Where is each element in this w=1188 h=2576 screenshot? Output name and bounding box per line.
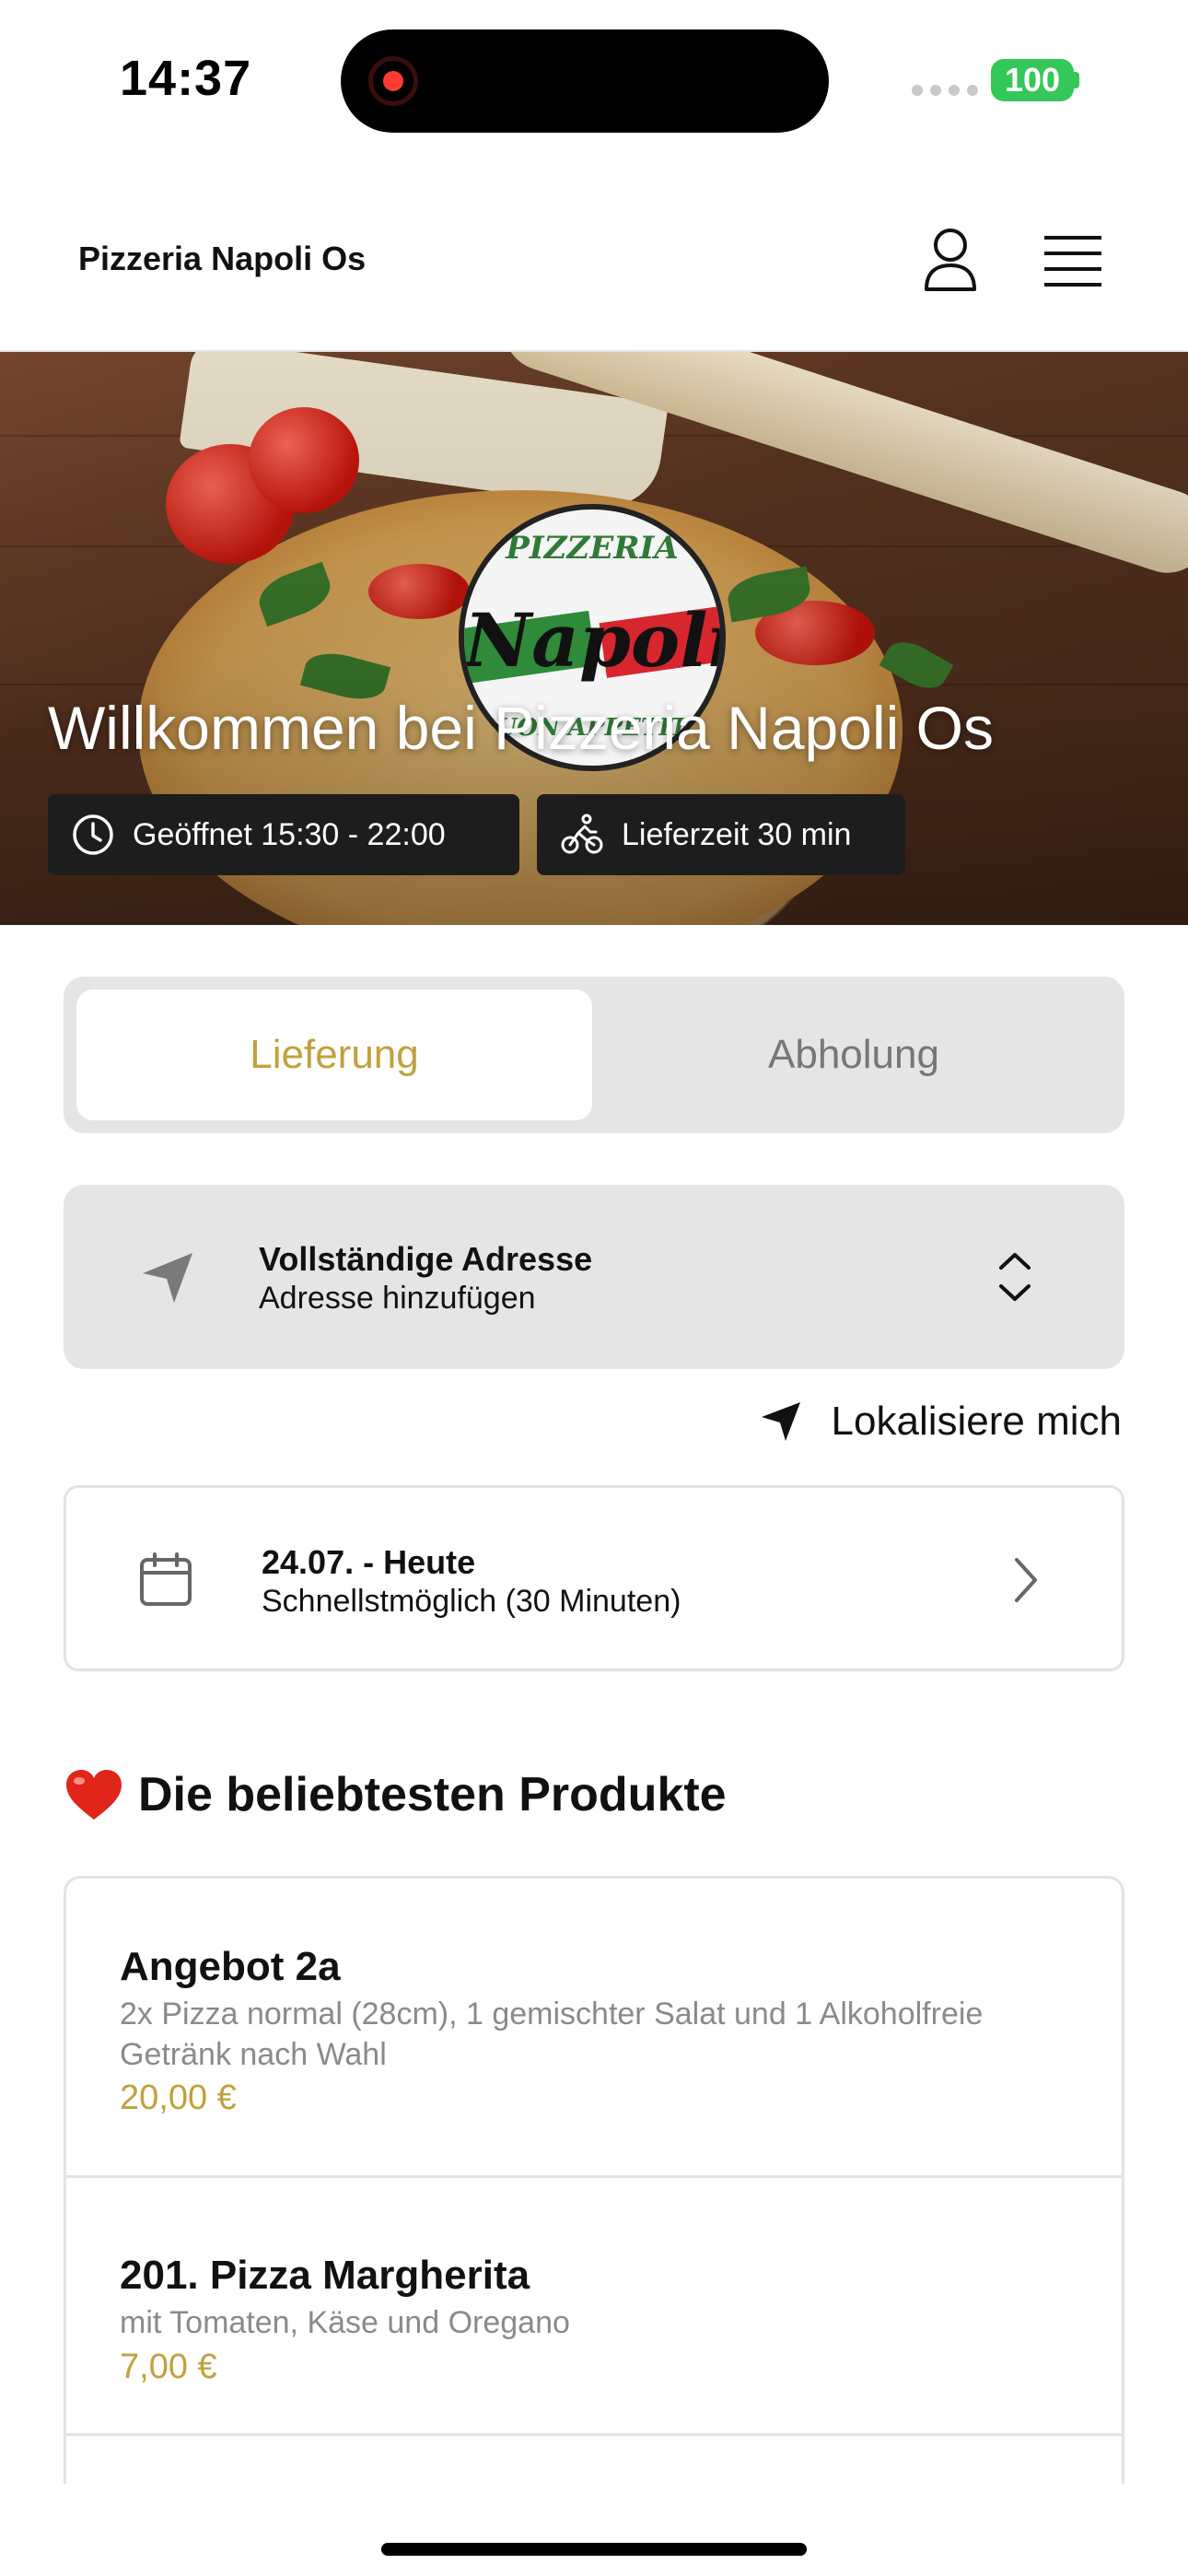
delivery-time-selector[interactable]: 24.07. - Heute Schnellstmöglich (30 Minu… — [64, 1485, 1124, 1671]
user-icon[interactable] — [921, 227, 980, 293]
delivery-time-text: Lieferzeit 30 min — [622, 816, 852, 852]
popular-products-title: Die beliebtesten Produkte — [138, 1768, 727, 1821]
heart-icon — [66, 1770, 122, 1820]
tab-pickup[interactable]: Abholung — [596, 989, 1112, 1120]
recording-indicator-icon — [368, 56, 418, 106]
battery-icon: 100 — [991, 59, 1074, 101]
product-description: 2x Pizza normal (28cm), 1 gemischter Sal… — [120, 1996, 984, 2072]
product-name: Angebot 2a — [120, 1944, 341, 1989]
address-placeholder: Adresse hinzufügen — [259, 1281, 536, 1316]
logo-top-text: PIZZERIA — [506, 530, 679, 567]
tab-delivery[interactable]: Lieferung — [76, 989, 592, 1120]
opening-hours-text: Geöffnet 15:30 - 22:00 — [133, 816, 446, 852]
product-price: 20,00 € — [120, 2078, 237, 2117]
popular-products-list: Angebot 2a 2x Pizza normal (28cm), 1 gem… — [64, 1876, 1124, 2484]
welcome-title: Willkommen bei Pizzeria Napoli Os — [48, 694, 994, 762]
product-item[interactable] — [66, 2436, 1122, 2484]
chevron-right-icon — [1015, 1558, 1037, 1602]
locate-me-label: Lokalisiere mich — [831, 1399, 1122, 1444]
signal-icon — [912, 85, 978, 96]
dynamic-island — [341, 29, 829, 133]
app-header: Pizzeria Napoli Os — [0, 157, 1188, 352]
product-item[interactable]: Angebot 2a 2x Pizza normal (28cm), 1 gem… — [66, 1879, 1122, 2178]
calendar-icon — [140, 1552, 192, 1606]
battery-level: 100 — [1004, 61, 1061, 99]
hero-banner: PIZZERIA Napoli BUON APPETITO Willkommen… — [0, 352, 1188, 925]
location-arrow-icon — [143, 1253, 192, 1303]
delivery-time-option: Schnellstmöglich (30 Minuten) — [262, 1584, 681, 1619]
cyclist-icon — [561, 814, 603, 854]
location-arrow-icon — [761, 1402, 800, 1441]
menu-icon[interactable] — [1042, 234, 1103, 289]
status-bar: 14:37 100 — [0, 0, 1188, 157]
address-title: Vollständige Adresse — [259, 1240, 593, 1278]
logo-main-text: Napoli — [464, 597, 726, 684]
clock-icon — [73, 814, 113, 855]
order-mode-toggle: Lieferung Abholung — [64, 977, 1124, 1133]
product-price: 7,00 € — [120, 2347, 217, 2386]
home-indicator[interactable] — [381, 2543, 807, 2556]
delivery-date: 24.07. - Heute — [262, 1543, 476, 1581]
address-selector[interactable]: Vollständige Adresse Adresse hinzufügen — [64, 1185, 1124, 1369]
product-name: 201. Pizza Margherita — [120, 2253, 530, 2298]
battery-tip — [1074, 72, 1079, 88]
product-item[interactable]: 201. Pizza Margherita mit Tomaten, Käse … — [66, 2178, 1122, 2436]
popular-products-heading: Die beliebtesten Produkte — [64, 1767, 727, 1822]
product-description: mit Tomaten, Käse und Oregano — [120, 2305, 570, 2341]
restaurant-name: Pizzeria Napoli Os — [78, 240, 367, 277]
opening-hours-badge: Geöffnet 15:30 - 22:00 — [48, 794, 519, 875]
locate-me-button[interactable]: Lokalisiere mich — [758, 1399, 1122, 1445]
chevron-up-down-icon — [999, 1253, 1031, 1301]
delivery-time-badge: Lieferzeit 30 min — [537, 794, 905, 875]
status-time: 14:37 — [120, 51, 252, 106]
